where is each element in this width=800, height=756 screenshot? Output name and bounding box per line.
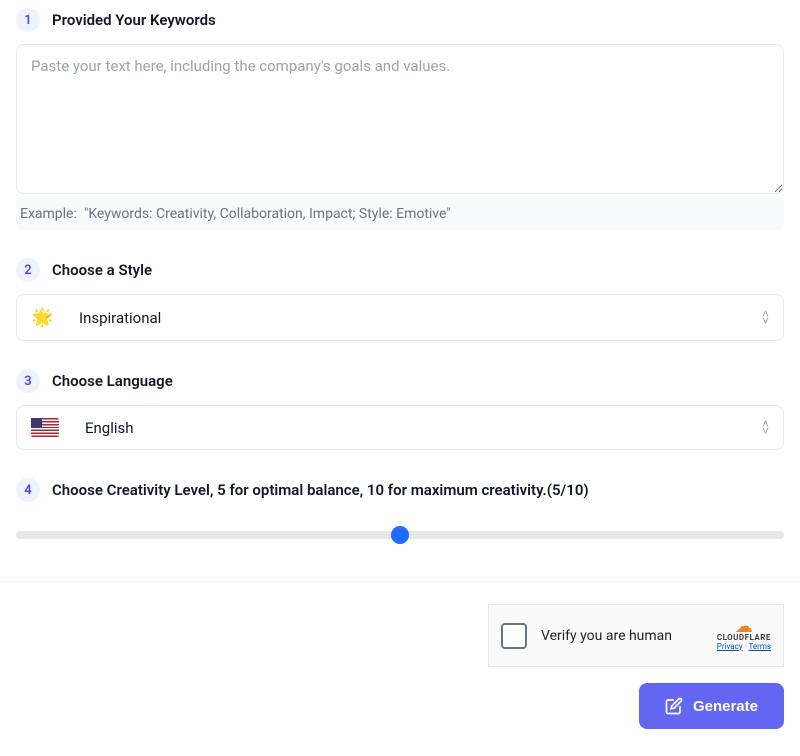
step-header-1: 1 Provided Your Keywords xyxy=(16,8,784,32)
captcha-brand: ☁ CLOUDFLARE Privacy · Terms xyxy=(717,621,771,651)
step-header-4: 4 Choose Creativity Level, 5 for optimal… xyxy=(16,478,784,502)
chevron-updown-icon: ˄˅ xyxy=(762,311,769,325)
captcha-privacy-link[interactable]: Privacy xyxy=(717,642,743,651)
creativity-slider[interactable] xyxy=(16,531,784,539)
captcha-checkbox[interactable] xyxy=(501,623,527,649)
captcha-terms-link[interactable]: Terms xyxy=(749,642,771,651)
step-title-4: Choose Creativity Level, 5 for optimal b… xyxy=(52,481,589,499)
edit-icon xyxy=(665,697,683,715)
step-number-1: 1 xyxy=(16,8,40,32)
section-style: 2 Choose a Style 🌟 Inspirational ˄˅ xyxy=(16,258,784,341)
captcha-brand-name: CLOUDFLARE xyxy=(717,633,771,642)
keywords-textarea[interactable] xyxy=(16,44,784,194)
section-creativity: 4 Choose Creativity Level, 5 for optimal… xyxy=(16,478,784,553)
example-hint: Example: "Keywords: Creativity, Collabor… xyxy=(16,198,784,230)
captcha-widget[interactable]: Verify you are human ☁ CLOUDFLARE Privac… xyxy=(488,604,784,667)
divider xyxy=(0,581,800,582)
generate-button[interactable]: Generate xyxy=(639,683,784,729)
step-header-3: 3 Choose Language xyxy=(16,369,784,393)
language-select[interactable]: English ˄˅ xyxy=(16,405,784,450)
step-number-2: 2 xyxy=(16,258,40,282)
generate-button-label: Generate xyxy=(693,698,758,715)
step-number-3: 3 xyxy=(16,369,40,393)
step-title-1: Provided Your Keywords xyxy=(52,11,216,29)
example-label: Example: xyxy=(20,206,77,222)
style-selected-label: Inspirational xyxy=(79,309,161,327)
bottom-row: Verify you are human ☁ CLOUDFLARE Privac… xyxy=(16,604,784,729)
language-selected-label: English xyxy=(85,419,134,437)
section-language: 3 Choose Language English ˄˅ xyxy=(16,369,784,450)
captcha-links: Privacy · Terms xyxy=(717,642,771,651)
star-icon: 🌟 xyxy=(31,307,53,328)
cloud-icon: ☁ xyxy=(735,621,753,633)
step-title-2: Choose a Style xyxy=(52,261,152,279)
step-number-4: 4 xyxy=(16,478,40,502)
style-select[interactable]: 🌟 Inspirational ˄˅ xyxy=(16,294,784,341)
creativity-slider-wrap xyxy=(16,514,784,553)
us-flag-icon xyxy=(31,418,59,437)
chevron-updown-icon: ˄˅ xyxy=(762,421,769,435)
section-keywords: 1 Provided Your Keywords Example: "Keywo… xyxy=(16,8,784,230)
example-text: "Keywords: Creativity, Collaboration, Im… xyxy=(84,206,451,222)
step-header-2: 2 Choose a Style xyxy=(16,258,784,282)
captcha-text: Verify you are human xyxy=(541,628,703,644)
step-title-3: Choose Language xyxy=(52,372,173,390)
